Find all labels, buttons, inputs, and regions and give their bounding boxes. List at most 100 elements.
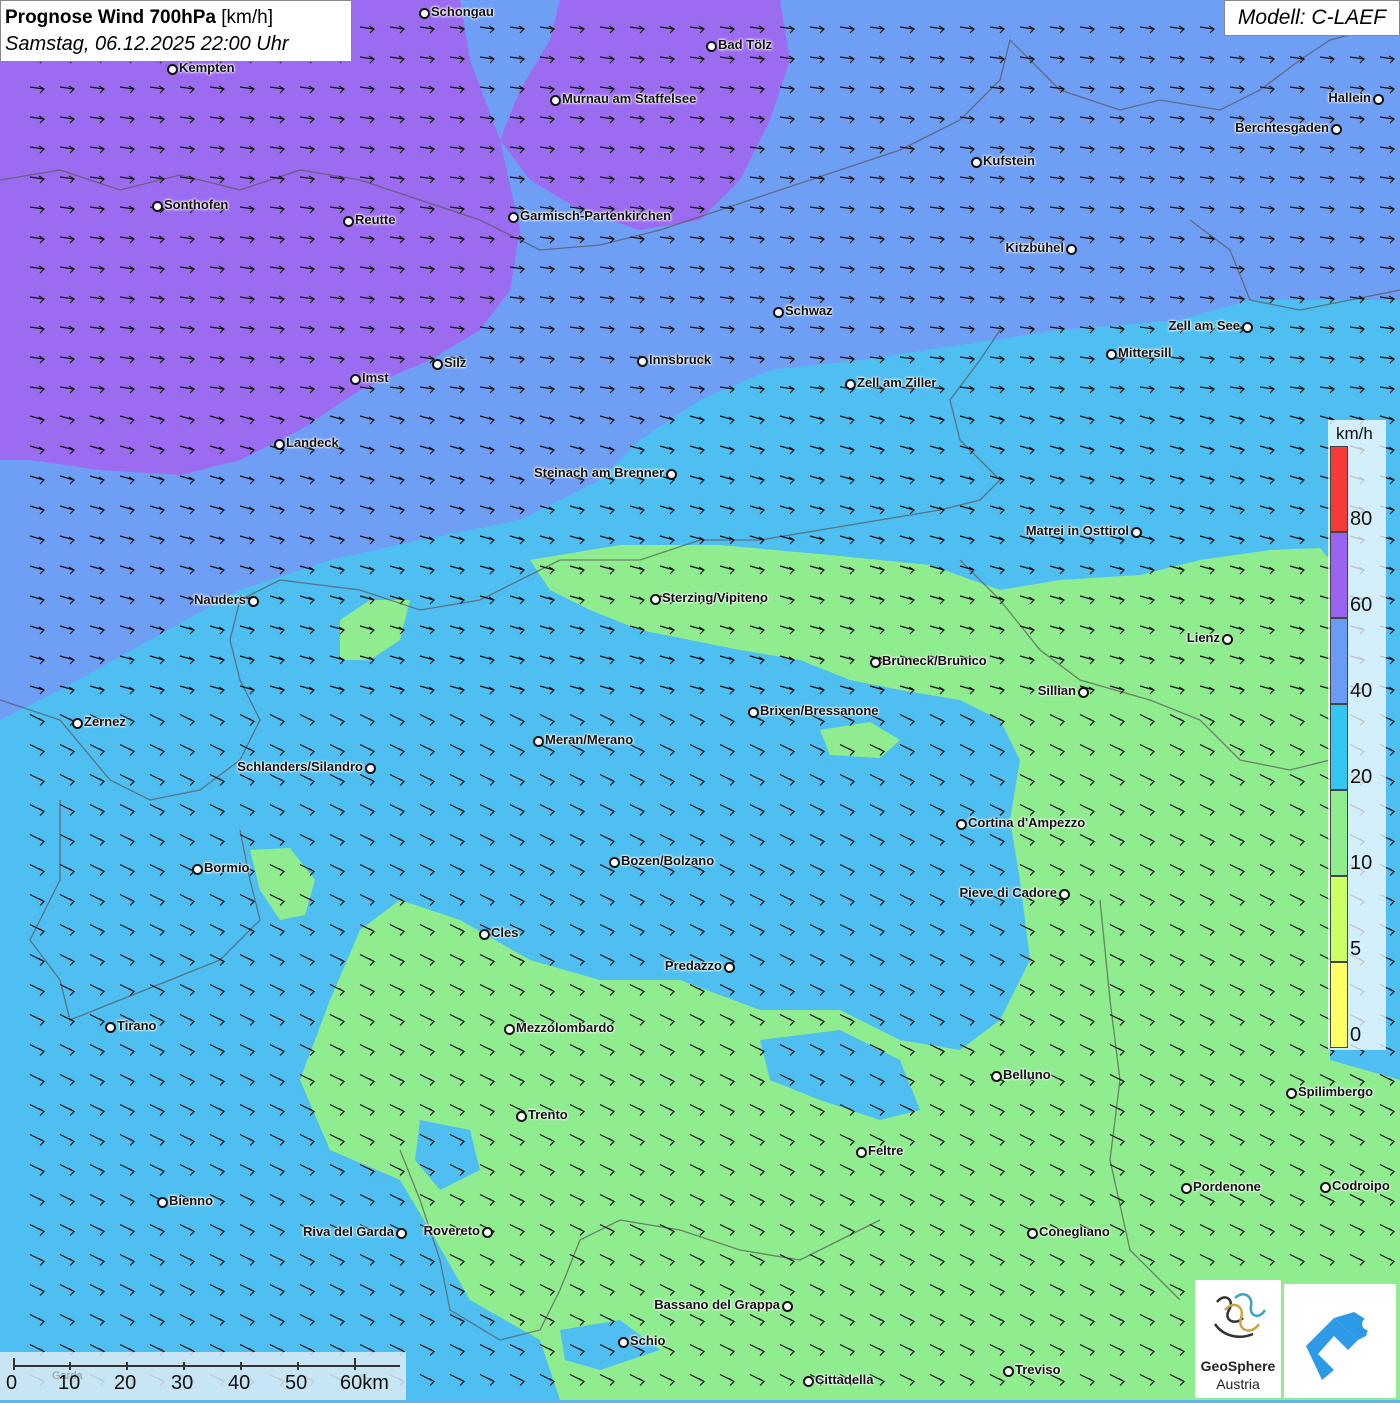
city-label: Imst [362, 370, 389, 385]
city-marker [845, 379, 856, 390]
city-marker [803, 1376, 814, 1387]
city-label: Bienno [169, 1193, 214, 1208]
city-marker [650, 594, 661, 605]
city-marker [1222, 634, 1233, 645]
city-label: Murnau am Staffelsee [562, 91, 697, 106]
city-label: Landeck [286, 435, 339, 450]
city-marker [706, 41, 717, 52]
city-marker [105, 1022, 116, 1033]
city-marker [1320, 1182, 1331, 1193]
legend-color-bin [1330, 876, 1348, 962]
city-label: Kufstein [983, 153, 1035, 168]
city-marker [991, 1071, 1002, 1082]
city-marker [432, 359, 443, 370]
city-marker [1106, 349, 1117, 360]
city-label: Pieve di Cadore [959, 885, 1057, 900]
city-marker [1373, 94, 1384, 105]
city-marker [516, 1111, 527, 1122]
city-marker [748, 707, 759, 718]
city-marker [365, 763, 376, 774]
city-marker [274, 439, 285, 450]
city-marker [1078, 687, 1089, 698]
geosphere-logo: GeoSphere Austria [1195, 1280, 1281, 1398]
legend-tick-label: 20 [1350, 766, 1373, 788]
city-marker [1131, 527, 1142, 538]
city-label: Predazzo [664, 958, 722, 973]
legend-tick-label: 10 [1350, 852, 1373, 874]
app-logo-icon [1306, 1312, 1374, 1380]
city-marker [1242, 322, 1253, 333]
geosphere-logo-icon [1213, 1293, 1267, 1338]
city-label: Treviso [1015, 1362, 1061, 1377]
city-marker [609, 857, 620, 868]
city-marker [1181, 1183, 1192, 1194]
city-label: Mittersill [1118, 345, 1172, 360]
city-marker [167, 64, 178, 75]
city-label: Zell am See [1168, 318, 1240, 333]
city-label: Pordenone [1193, 1179, 1261, 1194]
legend-unit: km/h [1336, 424, 1373, 443]
city-label: Cles [491, 925, 519, 940]
city-marker [666, 469, 677, 480]
city-marker [1027, 1228, 1038, 1239]
city-marker [157, 1197, 168, 1208]
legend-color-bin [1330, 618, 1348, 704]
city-label: Schlanders/Silandro [237, 759, 363, 774]
scale-tick-label: 60km [340, 1372, 389, 1394]
forecast-datetime: Samstag, 06.12.2025 22:00 Uhr [5, 33, 289, 55]
city-marker [773, 307, 784, 318]
city-label: Rovereto [423, 1223, 480, 1238]
city-marker [971, 157, 982, 168]
city-label: Cittadella [815, 1372, 874, 1387]
city-marker [637, 356, 648, 367]
city-label: Bassano del Grappa [654, 1297, 780, 1312]
city-marker [248, 596, 259, 607]
model-label: Modell: C-LAEF [1224, 0, 1400, 36]
scale-tick-label: 10 [58, 1372, 81, 1394]
scale-tick-label: 20 [114, 1372, 137, 1394]
city-marker [504, 1024, 515, 1035]
city-label: Brixen/Bressanone [760, 703, 879, 718]
city-label: Bozen/Bolzano [621, 853, 715, 868]
city-label: Conegliano [1039, 1224, 1110, 1239]
city-marker [533, 736, 544, 747]
city-marker [1059, 889, 1070, 900]
city-marker [856, 1147, 867, 1158]
city-label: Cortina d'Ampezzo [968, 815, 1086, 830]
geosphere-logo-line1: GeoSphere [1200, 1358, 1276, 1374]
map-title-unit: [km/h] [221, 7, 274, 28]
city-label: Zernez [84, 714, 126, 729]
city-label: Kitzbühel [1005, 240, 1065, 255]
city-label: Sterzing/Vipiteno [662, 590, 768, 605]
city-marker [618, 1337, 629, 1348]
city-label: Reutte [355, 212, 396, 227]
city-marker [419, 8, 430, 19]
city-marker [956, 819, 967, 830]
city-label: Bad Tölz [718, 37, 773, 52]
city-label: Lienz [1186, 630, 1220, 645]
legend-tick-label: 60 [1350, 594, 1373, 616]
city-label: Tirano [117, 1018, 157, 1033]
city-label: Steinach am Brenner [533, 465, 664, 480]
legend-color-bin [1330, 446, 1348, 532]
city-marker [482, 1227, 493, 1238]
city-label: Silz [444, 355, 467, 370]
city-label: Mezzolombardo [516, 1020, 615, 1035]
city-label: Sonthofen [164, 197, 229, 212]
city-label: Schwaz [785, 303, 833, 318]
city-label: Belluno [1003, 1067, 1051, 1082]
legend-tick-label: 0 [1350, 1024, 1362, 1046]
city-marker [550, 95, 561, 106]
scale-tick-label: 50 [285, 1372, 308, 1394]
city-marker [782, 1301, 793, 1312]
city-label: Nauders [193, 592, 246, 607]
city-label: Zell am Ziller [857, 375, 937, 390]
legend-tick-label: 40 [1350, 680, 1373, 702]
city-label: Bormio [204, 860, 250, 875]
legend-tick-label: 5 [1350, 938, 1362, 960]
city-label: Sillian [1037, 683, 1076, 698]
city-marker [72, 718, 83, 729]
city-marker [396, 1228, 407, 1239]
legend-color-bin [1330, 704, 1348, 790]
scale-tick-label: 30 [171, 1372, 194, 1394]
